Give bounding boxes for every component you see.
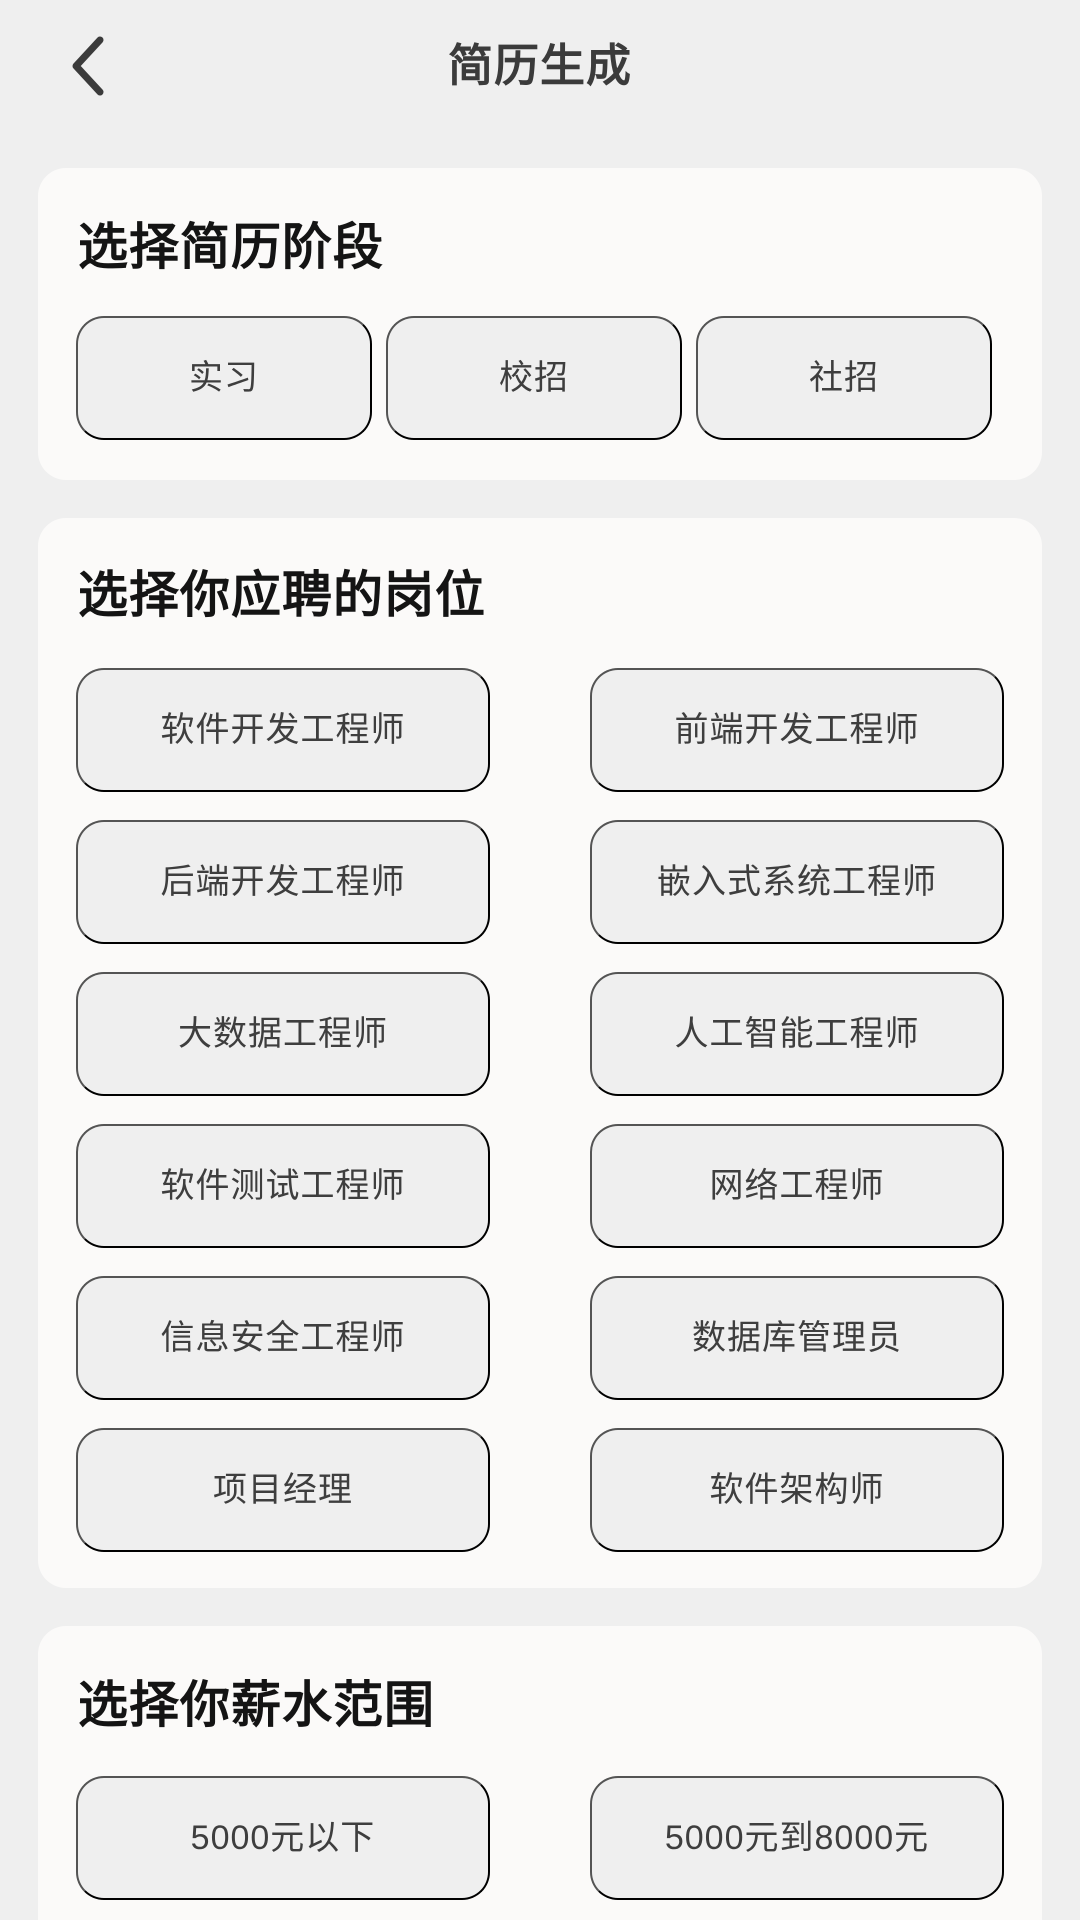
position-option-database-administrator[interactable]: 数据库管理员 xyxy=(590,1276,1004,1400)
position-card: 选择你应聘的岗位 软件开发工程师 前端开发工程师 后端开发工程师 嵌入式系统工程… xyxy=(38,518,1042,1588)
resume-stage-card: 选择简历阶段 实习 校招 社招 xyxy=(38,168,1042,480)
position-option-frontend-development-engineer[interactable]: 前端开发工程师 xyxy=(590,668,1004,792)
resume-generator-screen: 简历生成 选择简历阶段 实习 校招 社招 选择你应聘的岗位 软件开发工程师 前端… xyxy=(0,0,1080,1920)
resume-stage-title: 选择简历阶段 xyxy=(78,218,384,276)
position-option-big-data-engineer[interactable]: 大数据工程师 xyxy=(76,972,490,1096)
position-option-backend-development-engineer[interactable]: 后端开发工程师 xyxy=(76,820,490,944)
position-option-software-development-engineer[interactable]: 软件开发工程师 xyxy=(76,668,490,792)
position-option-project-manager[interactable]: 项目经理 xyxy=(76,1428,490,1552)
salary-option-5000-to-8000[interactable]: 5000元到8000元 xyxy=(590,1776,1004,1900)
salary-range-title: 选择你薪水范围 xyxy=(78,1676,435,1734)
position-title: 选择你应聘的岗位 xyxy=(78,566,486,624)
stage-option-internship[interactable]: 实习 xyxy=(76,316,372,440)
salary-range-card: 选择你薪水范围 5000元以下 5000元到8000元 xyxy=(38,1626,1042,1920)
position-option-embedded-systems-engineer[interactable]: 嵌入式系统工程师 xyxy=(590,820,1004,944)
page-title: 简历生成 xyxy=(447,39,632,92)
position-option-network-engineer[interactable]: 网络工程师 xyxy=(590,1124,1004,1248)
position-option-ai-engineer[interactable]: 人工智能工程师 xyxy=(590,972,1004,1096)
stage-option-social-recruitment[interactable]: 社招 xyxy=(696,316,992,440)
top-navigation-bar: 简历生成 xyxy=(0,0,1080,135)
position-option-information-security-engineer[interactable]: 信息安全工程师 xyxy=(76,1276,490,1400)
position-option-software-architect[interactable]: 软件架构师 xyxy=(590,1428,1004,1552)
position-option-software-test-engineer[interactable]: 软件测试工程师 xyxy=(76,1124,490,1248)
salary-option-below-5000[interactable]: 5000元以下 xyxy=(76,1776,490,1900)
stage-option-campus-recruitment[interactable]: 校招 xyxy=(386,316,682,440)
